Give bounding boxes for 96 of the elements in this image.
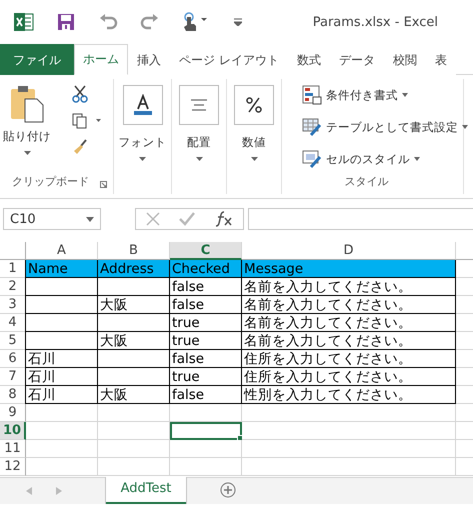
- table-cell: 名前を入力してください。: [242, 296, 456, 314]
- table-cell: 石川: [25, 368, 98, 386]
- clipboard-icon: [9, 85, 45, 123]
- table-cell: [26, 404, 98, 422]
- caret-icon: [196, 157, 202, 161]
- table-brush-icon: [302, 117, 322, 137]
- table-cell: [98, 350, 170, 368]
- row-header[interactable]: 3: [0, 296, 26, 314]
- window-title: Params.xlsx - Excel: [312, 14, 438, 30]
- table-cell: [98, 368, 170, 386]
- table-cell: Address: [98, 260, 170, 278]
- function-icon[interactable]: [215, 211, 234, 227]
- row-header[interactable]: 1: [0, 260, 26, 278]
- table-cell: 住所を入力してください。: [242, 368, 456, 386]
- touch-mode-icon[interactable]: [182, 12, 208, 32]
- percent-icon: [245, 96, 263, 114]
- table-cell: 石川: [25, 386, 98, 404]
- table-cell: 大阪: [98, 386, 170, 404]
- table-cell: false: [170, 350, 242, 368]
- redo-icon[interactable]: [140, 12, 160, 32]
- table-cell: [26, 422, 98, 440]
- table-cell: [98, 422, 170, 440]
- copy-icon[interactable]: [72, 113, 102, 129]
- table-cell: 石川: [25, 350, 98, 368]
- column-header[interactable]: D: [242, 242, 456, 260]
- table-cell: true: [170, 332, 242, 350]
- sheet-tab[interactable]: AddTest: [106, 477, 186, 504]
- scissors-icon[interactable]: [72, 85, 88, 103]
- table-cell: true: [170, 314, 242, 332]
- row-header[interactable]: 6: [0, 350, 26, 368]
- add-sheet-icon[interactable]: [220, 482, 236, 498]
- ribbon-tab[interactable]: ホーム: [74, 44, 128, 75]
- name-box[interactable]: C10: [3, 208, 101, 230]
- ribbon-button[interactable]: 配置: [172, 79, 226, 161]
- table-cell: 大阪: [98, 332, 170, 350]
- undo-icon[interactable]: [98, 12, 118, 32]
- table-cell: 名前を入力してください。: [242, 278, 456, 296]
- table-cell: Message: [242, 260, 456, 278]
- excel-logo-icon[interactable]: [14, 12, 34, 32]
- table-cell: 名前を入力してください。: [242, 332, 456, 350]
- table-cell: false: [170, 296, 242, 314]
- row-header[interactable]: 9: [0, 404, 26, 422]
- table-cell: Name: [25, 260, 98, 278]
- ribbon-tab[interactable]: ファイル: [0, 44, 74, 75]
- table-cell: true: [170, 368, 242, 386]
- select-all-corner[interactable]: [0, 242, 26, 260]
- table-cell: [98, 404, 170, 422]
- table-cell: false: [170, 386, 242, 404]
- font-color-icon: [132, 94, 154, 116]
- style-menu-button[interactable]: テーブルとして書式設定: [302, 117, 468, 137]
- table-cell: [170, 404, 242, 422]
- caret-icon: [24, 151, 30, 155]
- table-cell: 大阪: [98, 296, 170, 314]
- ribbon-button[interactable]: フォント: [114, 79, 171, 161]
- row-header[interactable]: 11: [0, 440, 26, 458]
- table-cell: 住所を入力してください。: [242, 350, 456, 368]
- column-header[interactable]: B: [98, 242, 170, 260]
- row-header[interactable]: 7: [0, 368, 26, 386]
- table-cell: 性別を入力してください。: [242, 386, 456, 404]
- customize-toolbar-icon[interactable]: [234, 18, 242, 26]
- style-menu-button[interactable]: 条件付き書式: [302, 85, 468, 105]
- launcher-icon[interactable]: [100, 181, 107, 188]
- align-center-icon: [190, 99, 208, 111]
- cell-style-icon: [302, 149, 322, 169]
- table-cell: [98, 314, 170, 332]
- row-header[interactable]: 2: [0, 278, 26, 296]
- conditional-format-icon: [302, 85, 322, 105]
- caret-icon: [402, 93, 408, 97]
- row-header[interactable]: 4: [0, 314, 26, 332]
- row-header[interactable]: 8: [0, 386, 26, 404]
- column-header[interactable]: C: [170, 242, 242, 260]
- caret-icon: [139, 157, 146, 161]
- ribbon-button[interactable]: 数値: [227, 79, 281, 161]
- table-cell: [98, 440, 170, 458]
- save-icon[interactable]: [56, 12, 76, 32]
- row-header[interactable]: 10: [0, 422, 26, 440]
- table-cell: false: [170, 278, 242, 296]
- table-cell: 名前を入力してください。: [242, 314, 456, 332]
- group-label: クリップボード: [11, 174, 90, 190]
- table-cell: Checked: [170, 260, 242, 278]
- selected-cell[interactable]: [170, 422, 242, 440]
- check-icon[interactable]: [179, 212, 196, 226]
- brush-icon[interactable]: [72, 139, 88, 155]
- row-header[interactable]: 12: [0, 458, 26, 476]
- row-header[interactable]: 5: [0, 332, 26, 350]
- group-label: スタイル: [344, 174, 390, 190]
- style-menu-button[interactable]: セルのスタイル: [302, 149, 468, 169]
- paste-button[interactable]: 貼り付け: [0, 79, 54, 174]
- column-header[interactable]: A: [26, 242, 98, 260]
- caret-icon: [250, 157, 258, 161]
- table-cell: [170, 440, 242, 458]
- caret-icon: [462, 125, 468, 129]
- table-cell: [98, 278, 170, 296]
- formula-input[interactable]: [248, 208, 473, 230]
- table-cell: [26, 440, 98, 458]
- caret-icon: [414, 157, 420, 161]
